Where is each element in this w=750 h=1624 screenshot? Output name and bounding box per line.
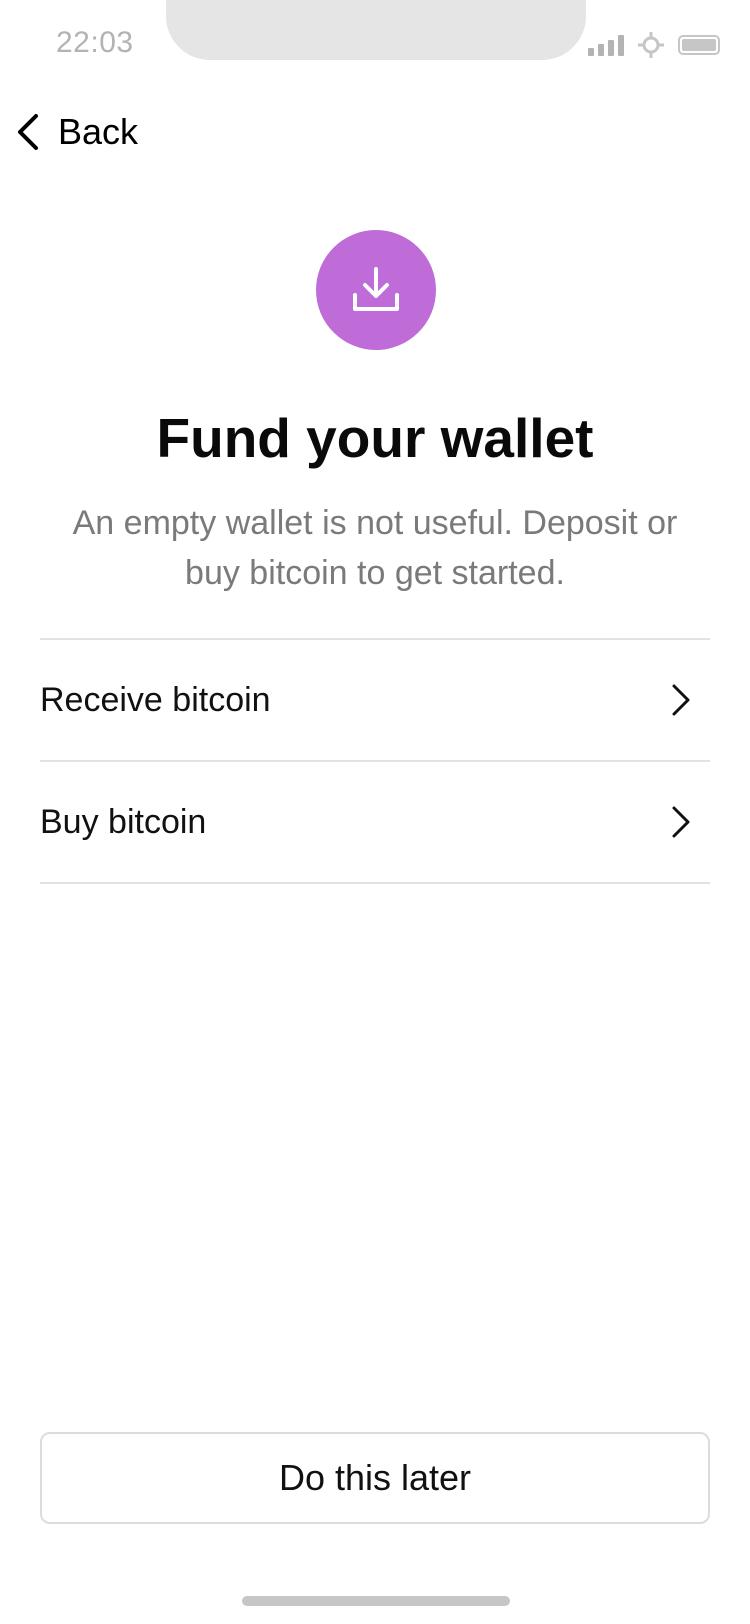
fund-wallet-screen: 22:03 Back Fund your wallet An empty wal… [0,0,750,1624]
back-button[interactable]: Back [14,104,138,160]
buy-bitcoin-label: Buy bitcoin [40,802,207,841]
buy-bitcoin-option[interactable]: Buy bitcoin [40,762,710,884]
do-this-later-button[interactable]: Do this later [40,1432,710,1524]
back-label: Back [58,111,139,152]
battery-icon [678,35,720,55]
chevron-right-icon [672,806,690,838]
device-notch [166,0,586,60]
page-subtitle: An empty wallet is not useful. Deposit o… [72,504,678,592]
receive-bitcoin-label: Receive bitcoin [40,680,271,719]
download-icon-circle [316,230,436,350]
receive-bitcoin-option[interactable]: Receive bitcoin [40,640,710,762]
status-time: 22:03 [56,26,134,59]
battery-fill [682,39,716,51]
status-bar: 22:03 [0,0,750,88]
status-icons [588,30,720,60]
funding-options-list: Receive bitcoin Buy bitcoin [40,638,710,884]
page-title: Fund your wallet [156,407,594,469]
signal-icon [588,34,624,56]
home-indicator [242,1596,510,1606]
location-icon [638,32,664,58]
chevron-left-icon [18,114,38,150]
chevron-right-icon [672,684,690,716]
download-icon [353,267,399,311]
